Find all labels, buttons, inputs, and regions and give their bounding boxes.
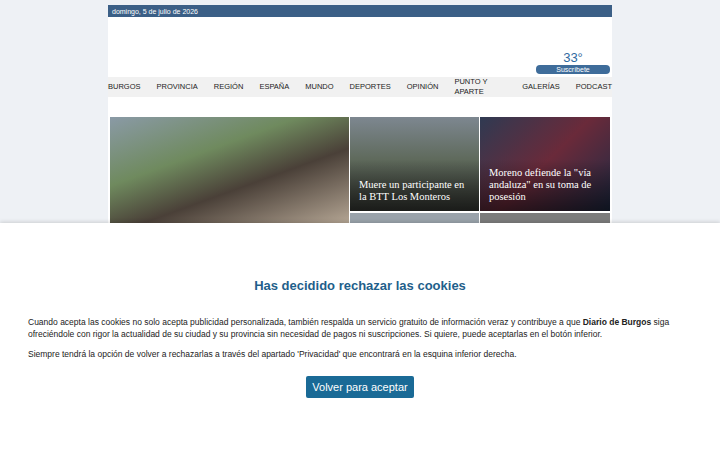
cookie-dialog: Has decidido rechazar las cookies Cuando …	[0, 223, 720, 450]
nav-item[interactable]: PUNTO Y APARTE	[454, 77, 506, 97]
accept-button[interactable]: Volver para aceptar	[306, 376, 413, 398]
nav-item[interactable]: PROVINCIA	[157, 82, 198, 92]
nav-item[interactable]: PODCAST	[576, 82, 612, 92]
weather: 33°	[563, 51, 583, 65]
nav-item[interactable]: REGIÓN	[214, 82, 244, 92]
story-card[interactable]: Muere un participante en la BTT Los Mont…	[350, 117, 479, 211]
nav-item[interactable]: MUNDO	[305, 82, 333, 92]
header: 33°Suscríbete	[108, 17, 612, 77]
nav-item[interactable]: OPINIÓN	[407, 82, 439, 92]
cookie-paragraph: Cuando acepta las cookies no solo acepta…	[28, 316, 692, 340]
story-caption[interactable]: Moreno defiende la "vía andaluza" en su …	[489, 167, 601, 203]
cookie-title: Has decidido rechazar las cookies	[254, 278, 466, 294]
nav-bar: BURGOS PROVINCIA REGIÓN ESPAÑA MUNDO DEPORTES…	[108, 77, 612, 97]
story-card[interactable]	[110, 117, 349, 227]
date: domingo, 5 de julio de 2026	[112, 7, 198, 16]
nav-item[interactable]: GALERÍAS	[522, 82, 560, 92]
story-caption[interactable]: Muere un participante en la BTT Los Mont…	[359, 179, 470, 203]
page: domingo, 5 de julio de 202633°Suscríbete…	[0, 0, 720, 450]
cookie-paragraph: Siempre tendrá la opción de volver a rec…	[28, 348, 692, 360]
subscribe-button[interactable]: Suscríbete	[536, 65, 610, 74]
site-column: domingo, 5 de julio de 202633°Suscríbete…	[108, 5, 612, 233]
nav-item[interactable]: BURGOS	[108, 82, 141, 92]
stories-grid: Muere un participante en la BTT Los Mont…	[108, 117, 612, 233]
date-bar: domingo, 5 de julio de 2026	[108, 5, 612, 17]
nav-item[interactable]: ESPAÑA	[259, 82, 289, 92]
story-card[interactable]: Moreno defiende la "vía andaluza" en su …	[480, 117, 610, 211]
nav-item[interactable]: DEPORTES	[350, 82, 391, 92]
